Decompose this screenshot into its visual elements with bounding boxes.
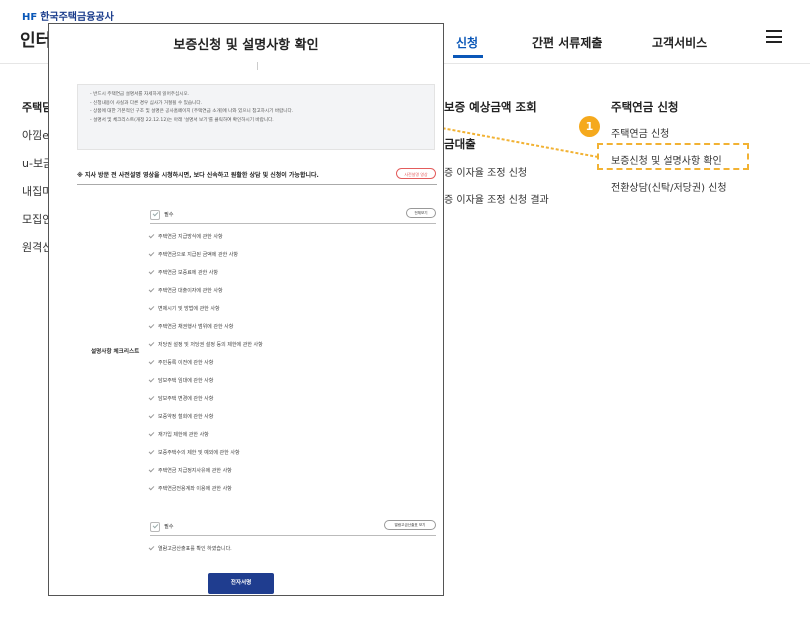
checklist-item[interactable]: 저당권 설정 및 저당권 설정 등의 제한에 관한 사항 [148, 340, 263, 348]
required-all-checkbox[interactable] [150, 210, 160, 220]
check-icon [148, 340, 155, 347]
checklist-section-label: 설명사항 체크리스트 [91, 349, 140, 355]
checklist-item[interactable]: 변제시기 및 방법에 관한 사항 [148, 304, 220, 312]
check-icon [148, 250, 155, 257]
required-checkbox-2[interactable] [150, 522, 160, 532]
checklist-item[interactable]: 주택연금 보증료에 관한 사항 [148, 268, 218, 276]
modal-title: 보증신청 및 설명사항 확인 [173, 38, 319, 53]
checklist-item[interactable]: 담보주택 임대에 관한 사항 [148, 376, 213, 384]
required-checklist-header: 필수 전체보기 [150, 208, 436, 224]
checklist-item[interactable]: 보증약정 철회에 관한 사항 [148, 412, 213, 420]
check-icon [148, 286, 155, 293]
notice-box: - 반드시 주택연금 설명서를 자세하게 읽어주십시오. - 신청내용이 사실과… [77, 84, 435, 150]
checklist-item[interactable]: 주택연금 대출이자에 관한 사항 [148, 286, 223, 294]
required-label: 필수 [164, 524, 174, 530]
required-checklist-header-2: 필수 열람고금산출표 보기 [150, 520, 436, 536]
checklist-item[interactable]: 재가입 제한에 관한 사항 [148, 430, 209, 438]
check-icon [148, 466, 155, 473]
checklist-item[interactable]: 주택연금 지급정지사유에 관한 사항 [148, 466, 232, 474]
checklist-item[interactable]: 주택연금으로 지급된 금액에 관한 사항 [148, 250, 238, 258]
check-icon [148, 268, 155, 275]
check-icon [148, 394, 155, 401]
checklist-item[interactable]: 주민등록 이전에 관한 사항 [148, 358, 213, 366]
video-notice: ※ 지사 방문 전 사전설명 영상을 시청하시면, 보다 신속하고 원활한 상담… [77, 172, 319, 179]
required-label: 필수 [164, 212, 174, 218]
notice-line: - 설명서 및 체크리스트(개정 22.12.12)는 아래 '설명서 보기'를… [90, 117, 274, 123]
check-icon [148, 232, 155, 239]
check-icon [148, 304, 155, 311]
checklist-item[interactable]: 보증주택수의 제한 및 예외에 관한 사항 [148, 448, 240, 456]
checklist-item[interactable]: 열람고금산출표를 확인 하였습니다. [148, 544, 232, 552]
notice-line: - 신청내용이 사실과 다른 경우 심사가 거절될 수 있습니다. [90, 100, 203, 106]
guarantee-confirm-modal: 보증신청 및 설명사항 확인 - 반드시 주택연금 설명서를 자세하게 읽어주십… [48, 23, 444, 596]
check-icon [148, 358, 155, 365]
check-icon [148, 376, 155, 383]
notice-line: - 상품에 대한 기본적인 구조 및 설명은 공사홈페이지 [주택연금 소개]에… [90, 109, 294, 115]
check-icon [148, 322, 155, 329]
check-icon [148, 430, 155, 437]
section-divider [77, 184, 437, 185]
electronic-signature-button[interactable]: 전자서명 [208, 573, 274, 594]
modal-title-divider [257, 62, 258, 70]
check-icon [148, 544, 155, 551]
check-icon [148, 484, 155, 491]
checklist-item[interactable]: 주택연금전용계좌 이용에 관한 사항 [148, 484, 232, 492]
checklist-item[interactable]: 담보주택 변경에 관한 사항 [148, 394, 213, 402]
notice-line: - 반드시 주택연금 설명서를 자세하게 읽어주십시오. [90, 92, 190, 97]
view-statement-button[interactable]: 열람고금산출표 보기 [384, 520, 436, 530]
check-icon [148, 412, 155, 419]
check-icon [148, 448, 155, 455]
checklist-item[interactable]: 주택연금 채권행사 범위에 관한 사항 [148, 322, 233, 330]
video-button[interactable]: 사전설명 영상 [396, 168, 436, 179]
view-all-button[interactable]: 전체보기 [406, 208, 436, 218]
checklist-item[interactable]: 주택연금 지급방식에 관한 사항 [148, 232, 223, 240]
